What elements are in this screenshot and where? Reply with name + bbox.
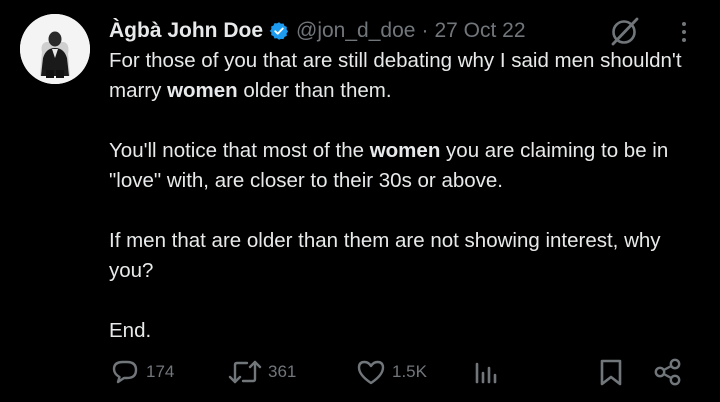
highlighted-word: women [369, 139, 441, 162]
tweet-text: For those of you that are still debating… [109, 46, 694, 346]
tweet-header: Àgbà John Doe @jon_d_doe · 27 Oct 22 [109, 16, 526, 46]
separator-dot: · [421, 19, 429, 42]
action-bar: 174 361 1.5K [109, 352, 694, 392]
tweet-text-segment: You'll notice that most of the [109, 139, 370, 162]
reply-bubble-icon [112, 360, 138, 384]
tweet-paragraph: End. [109, 319, 152, 342]
verified-badge-icon[interactable] [269, 21, 289, 41]
author-name[interactable]: Àgbà John Doe [109, 19, 263, 43]
grok-icon[interactable] [608, 14, 642, 48]
repost-button[interactable]: 361 [227, 352, 296, 392]
avatar-photo [20, 14, 90, 84]
tweet-paragraph: If men that are older than them are not … [109, 229, 661, 282]
views-button[interactable] [471, 352, 501, 392]
like-button[interactable]: 1.5K [355, 352, 427, 392]
tweet-text-segment: older than them. [237, 79, 392, 102]
reply-count: 174 [146, 362, 175, 381]
repost-icon [228, 360, 262, 384]
heart-icon [357, 360, 385, 385]
avatar[interactable] [20, 14, 90, 84]
tweet-paragraph: You'll notice that most of the women you… [109, 136, 694, 196]
repost-count: 361 [268, 362, 297, 381]
like-count: 1.5K [392, 362, 427, 381]
author-handle[interactable]: @jon_d_doe [296, 19, 415, 43]
tweet-paragraph: For those of you that are still debating… [109, 46, 694, 106]
share-icon [654, 358, 681, 386]
share-button[interactable] [651, 352, 685, 392]
bookmark-icon [600, 359, 622, 386]
tweet: Àgbà John Doe @jon_d_doe · 27 Oct 22 For… [0, 0, 720, 402]
more-dots-icon[interactable] [676, 18, 692, 46]
highlighted-word: women [167, 79, 238, 102]
reply-button[interactable]: 174 [109, 352, 174, 392]
tweet-date[interactable]: 27 Oct 22 [434, 19, 525, 43]
views-chart-icon [475, 362, 497, 384]
bookmark-button[interactable] [595, 352, 627, 392]
